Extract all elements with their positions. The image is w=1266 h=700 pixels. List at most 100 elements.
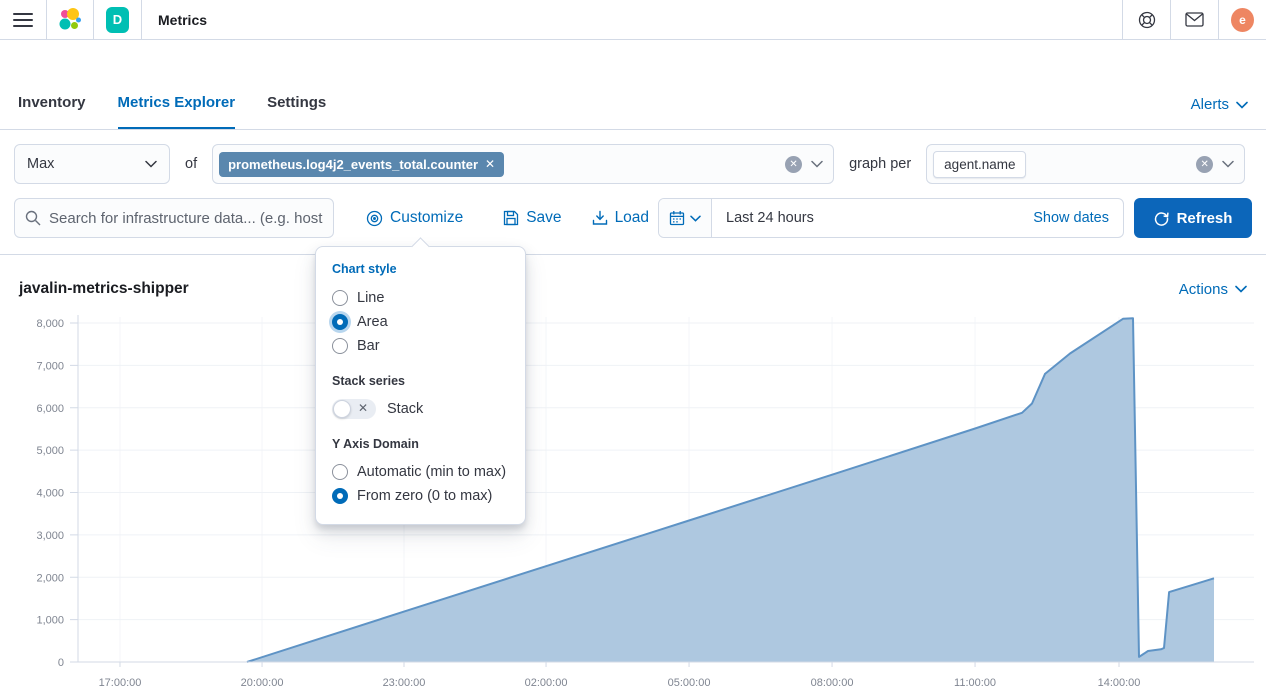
page-tabs: Inventory Metrics Explorer Settings Aler… [0, 40, 1266, 130]
refresh-button[interactable]: Refresh [1134, 198, 1252, 238]
aggregation-select[interactable]: Max [14, 144, 170, 184]
popover-arrow [411, 237, 429, 255]
svg-text:6,000: 6,000 [36, 403, 64, 415]
chevron-down-icon [1222, 160, 1234, 168]
import-icon [592, 210, 608, 226]
customize-popover: Chart style Line Area Bar Stack series ✕… [315, 246, 526, 525]
chart-style-option-bar[interactable]: Bar [332, 334, 509, 358]
svg-text:14:00:00: 14:00:00 [1098, 677, 1141, 689]
actions-label: Actions [1179, 281, 1228, 298]
y-axis-domain-title: Y Axis Domain [332, 437, 509, 451]
alerts-menu[interactable]: Alerts [1191, 96, 1248, 129]
hamburger-icon [13, 12, 33, 28]
radio-icon [332, 488, 348, 504]
radio-icon [332, 314, 348, 330]
y-axis-option-automatic[interactable]: Automatic (min to max) [332, 460, 509, 484]
remove-token-icon[interactable]: ✕ [485, 157, 495, 171]
svg-text:2,000: 2,000 [36, 572, 64, 584]
radio-icon [332, 290, 348, 306]
save-label: Save [526, 209, 561, 227]
chevron-down-icon [690, 215, 701, 222]
elastic-logo[interactable] [47, 0, 94, 39]
clear-group-by-icon[interactable]: ✕ [1196, 156, 1213, 173]
chart-title: javalin-metrics-shipper [19, 280, 189, 298]
load-label: Load [615, 209, 649, 227]
chart-style-title: Chart style [332, 262, 509, 276]
toolbar-row: Customize Save Load Last 24 hours Show d… [0, 198, 1266, 238]
of-label: of [181, 156, 201, 172]
metric-controls-row: Max of prometheus.log4j2_events_total.co… [0, 130, 1266, 198]
svg-text:4,000: 4,000 [36, 488, 64, 500]
svg-text:3,000: 3,000 [36, 530, 64, 542]
y-axis-option-from-zero[interactable]: From zero (0 to max) [332, 484, 509, 508]
eye-icon [366, 210, 383, 227]
section-divider [0, 254, 1266, 255]
calendar-icon [669, 210, 685, 226]
svg-text:17:00:00: 17:00:00 [99, 677, 142, 689]
stack-toggle-label: Stack [387, 401, 423, 417]
show-dates-link[interactable]: Show dates [1033, 210, 1123, 226]
metric-token-label: prometheus.log4j2_events_total.counter [228, 157, 478, 172]
graph-per-label: graph per [845, 156, 915, 172]
metric-combobox[interactable]: prometheus.log4j2_events_total.counter ✕… [212, 144, 834, 184]
chevron-down-icon [1236, 101, 1248, 109]
search-input[interactable] [49, 210, 323, 227]
aggregation-value: Max [27, 156, 54, 172]
radio-label: Automatic (min to max) [357, 464, 506, 480]
radio-label: Bar [357, 338, 380, 354]
svg-text:20:00:00: 20:00:00 [241, 677, 284, 689]
chart-actions-menu[interactable]: Actions [1179, 281, 1247, 298]
stack-toggle[interactable]: ✕ [332, 399, 376, 419]
notifications-button[interactable] [1170, 0, 1218, 39]
date-picker-group: Last 24 hours Show dates [658, 198, 1124, 238]
stack-series-title: Stack series [332, 374, 509, 388]
svg-text:23:00:00: 23:00:00 [383, 677, 426, 689]
time-range-value[interactable]: Last 24 hours [712, 210, 1033, 226]
chart-header: javalin-metrics-shipper Actions [0, 273, 1266, 305]
save-icon [503, 210, 519, 226]
save-button[interactable]: Save [503, 209, 561, 227]
refresh-icon [1154, 211, 1169, 226]
chart-style-option-area[interactable]: Area [332, 310, 509, 334]
svg-text:08:00:00: 08:00:00 [811, 677, 854, 689]
group-by-combobox[interactable]: agent.name ✕ [926, 144, 1245, 184]
menu-button[interactable] [0, 0, 47, 39]
clear-metric-icon[interactable]: ✕ [785, 156, 802, 173]
svg-text:1,000: 1,000 [36, 615, 64, 627]
date-quick-select-button[interactable] [659, 199, 712, 237]
svg-text:7,000: 7,000 [36, 360, 64, 372]
metric-token[interactable]: prometheus.log4j2_events_total.counter ✕ [219, 152, 504, 177]
chart-canvas[interactable]: 01,0002,0003,0004,0005,0006,0007,0008,00… [0, 305, 1266, 697]
toggle-off-icon: ✕ [358, 401, 368, 415]
search-icon [25, 210, 41, 226]
radio-label: Line [357, 290, 384, 306]
load-button[interactable]: Load [592, 209, 649, 227]
avatar: e [1231, 8, 1254, 32]
toggle-knob [333, 400, 351, 418]
tab-settings[interactable]: Settings [267, 94, 326, 129]
tab-inventory[interactable]: Inventory [18, 94, 86, 129]
help-button[interactable] [1122, 0, 1170, 39]
elastic-logo-icon [57, 7, 83, 33]
chevron-down-icon [145, 160, 157, 168]
top-bar: D Metrics e [0, 0, 1266, 40]
space-selector[interactable]: D [94, 0, 142, 39]
svg-text:05:00:00: 05:00:00 [668, 677, 711, 689]
life-buoy-icon [1138, 11, 1156, 29]
customize-button[interactable]: Customize [366, 209, 463, 227]
search-box [14, 198, 334, 238]
radio-icon [332, 464, 348, 480]
svg-text:8,000: 8,000 [36, 318, 64, 330]
radio-label: From zero (0 to max) [357, 488, 492, 504]
svg-text:0: 0 [58, 657, 64, 669]
tab-metrics-explorer[interactable]: Metrics Explorer [118, 94, 236, 129]
group-by-token[interactable]: agent.name [933, 151, 1026, 178]
radio-label: Area [357, 314, 388, 330]
alerts-label: Alerts [1191, 96, 1229, 113]
metric-area-chart[interactable]: 01,0002,0003,0004,0005,0006,0007,0008,00… [0, 305, 1266, 700]
chevron-down-icon [811, 160, 823, 168]
stack-switch-row: ✕ Stack [332, 397, 509, 421]
user-menu-button[interactable]: e [1218, 0, 1266, 39]
chart-style-option-line[interactable]: Line [332, 286, 509, 310]
chevron-down-icon [1235, 285, 1247, 293]
